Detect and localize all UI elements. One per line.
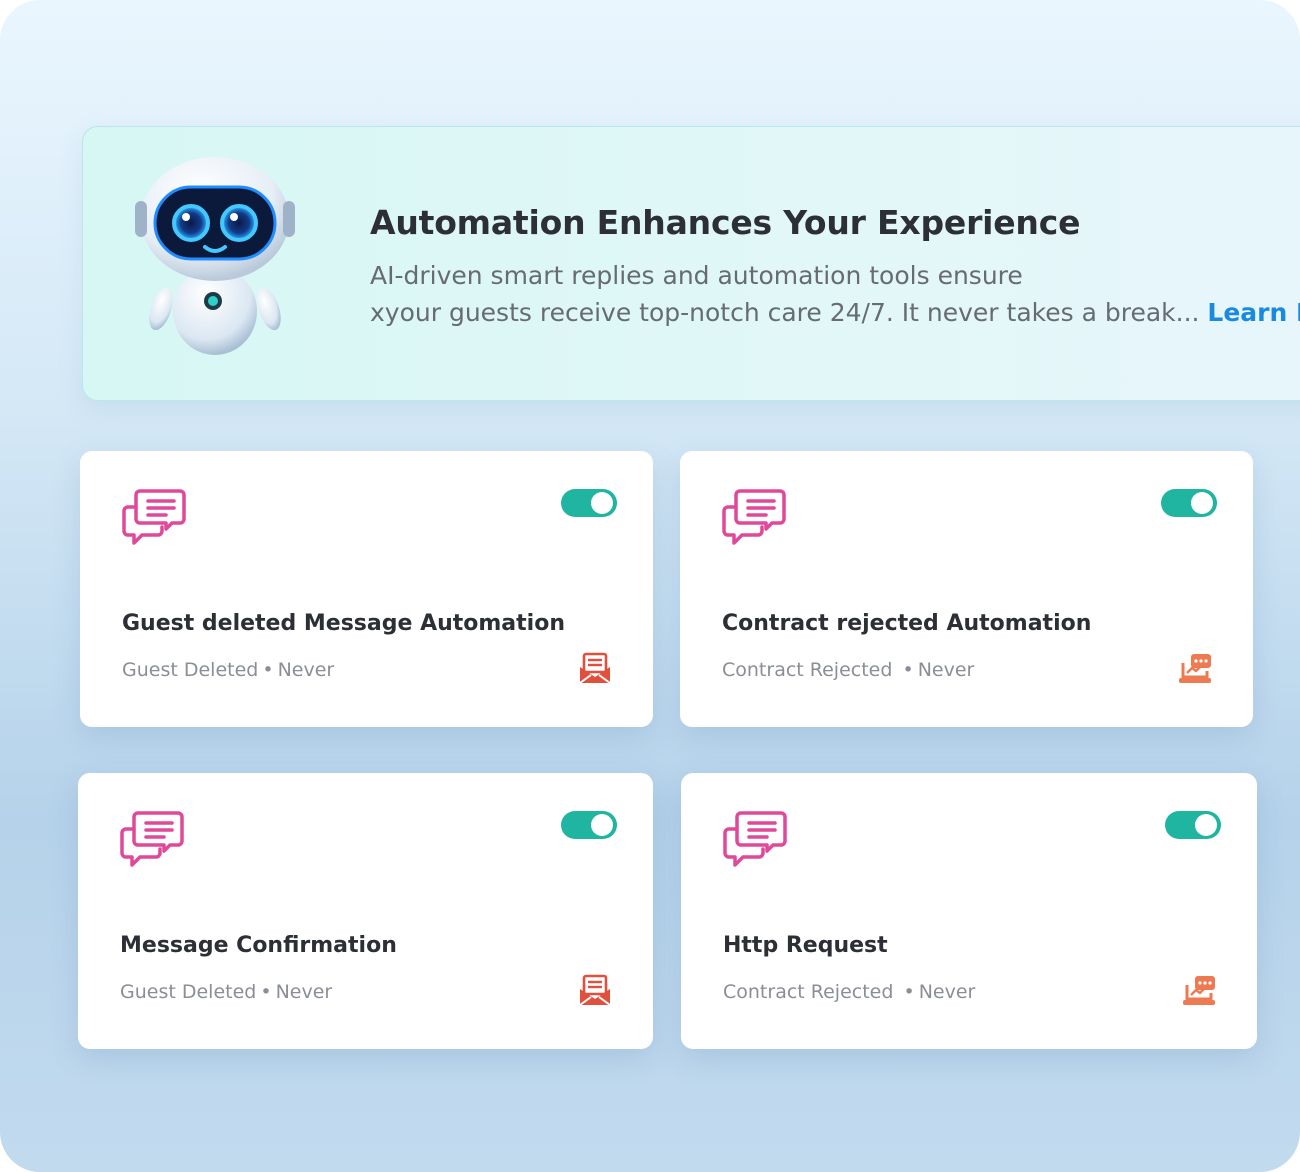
app-frame: Automation Enhances Your Experience AI-d…: [0, 0, 1300, 1172]
enable-toggle[interactable]: [561, 489, 617, 517]
card-subtitle: Contract Rejected • Never: [722, 659, 974, 681]
mail-icon: [579, 652, 611, 684]
card-trigger: Guest Deleted: [120, 981, 257, 1003]
banner-description: AI-driven smart replies and automation t…: [370, 257, 1300, 331]
card-title: Guest deleted Message Automation: [122, 611, 565, 636]
chat-bubbles-icon: [723, 811, 787, 867]
enable-toggle[interactable]: [1161, 489, 1217, 517]
enable-toggle[interactable]: [1165, 811, 1221, 839]
toggle-knob: [591, 492, 613, 514]
card-trigger: Contract Rejected: [722, 659, 899, 681]
card-title: Http Request: [723, 933, 888, 958]
card-subtitle: Guest Deleted • Never: [122, 659, 334, 681]
card-subtitle: Guest Deleted • Never: [120, 981, 332, 1003]
card-last-run: Never: [918, 981, 976, 1003]
card-last-run: Never: [917, 659, 975, 681]
chat-bubbles-icon: [120, 811, 184, 867]
enable-toggle[interactable]: [561, 811, 617, 839]
banner-title: Automation Enhances Your Experience: [370, 203, 1081, 242]
card-title: Message Confirmation: [120, 933, 397, 958]
separator-dot: •: [903, 981, 915, 1003]
card-last-run: Never: [275, 981, 333, 1003]
card-title: Contract rejected Automation: [722, 611, 1092, 636]
toggle-knob: [591, 814, 613, 836]
banner-description-line-1: AI-driven smart replies and automation t…: [370, 261, 1023, 290]
chat-bubbles-icon: [122, 489, 186, 545]
card-trigger: Contract Rejected: [723, 981, 900, 1003]
banner-description-line-2: xyour guests receive top-notch care 24/7…: [370, 294, 1300, 331]
laptop-chat-icon: [1183, 976, 1215, 1005]
chat-bubbles-icon: [722, 489, 786, 545]
robot-mascot-icon: [135, 157, 295, 355]
separator-dot: •: [902, 659, 914, 681]
card-trigger: Guest Deleted: [122, 659, 259, 681]
separator-dot: •: [260, 981, 272, 1003]
automation-card[interactable]: Contract rejected Automation Contract Re…: [680, 451, 1253, 727]
automation-banner: Automation Enhances Your Experience AI-d…: [82, 126, 1300, 401]
automation-card[interactable]: Http Request Contract Rejected • Never: [681, 773, 1257, 1049]
learn-more-link[interactable]: Learn More: [1207, 298, 1300, 327]
separator-dot: •: [262, 659, 274, 681]
card-last-run: Never: [277, 659, 335, 681]
toggle-knob: [1195, 814, 1217, 836]
automation-card[interactable]: Guest deleted Message Automation Guest D…: [80, 451, 653, 727]
laptop-chat-icon: [1179, 654, 1211, 683]
card-subtitle: Contract Rejected • Never: [723, 981, 975, 1003]
automation-card[interactable]: Message Confirmation Guest Deleted • Never: [78, 773, 653, 1049]
mail-icon: [579, 974, 611, 1006]
toggle-knob: [1191, 492, 1213, 514]
